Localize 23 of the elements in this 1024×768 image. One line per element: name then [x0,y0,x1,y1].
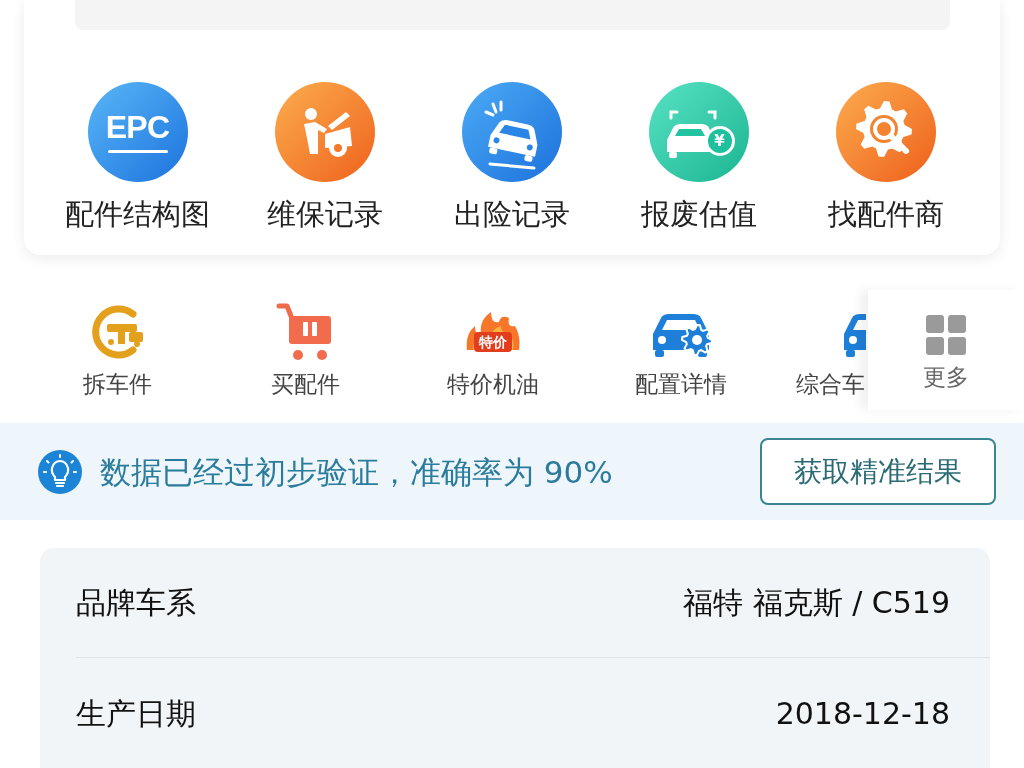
shortcut-button[interactable]: 配置详情 [587,290,775,410]
mechanic-car-icon [274,82,375,182]
grid-icon [926,315,966,355]
feature-button[interactable]: 出险记录 [418,82,605,232]
epc-logo-icon: EPC [87,82,188,182]
field-label: 生产日期 [76,694,196,733]
car-coin-icon: ¥ [648,82,749,182]
shortcut-button[interactable]: 拆车件 [23,290,211,410]
feature-button[interactable]: 找配件商 [792,82,979,232]
field-value: 2018-12-18 [775,694,950,733]
feature-button[interactable]: EPC 配件结构图 [44,82,231,232]
feature-button[interactable]: ¥ 报废估值 [605,82,792,232]
shortcut-button[interactable]: 买配件 [211,290,399,410]
feature-button[interactable]: 维保记录 [231,82,418,232]
get-accurate-result-button[interactable]: 获取精准结果 [760,438,996,505]
shortcut-button[interactable]: 特价 特价机油 [399,290,587,410]
gear-magnifier-icon [835,82,936,182]
lightbulb-icon [38,449,82,494]
notice-text: 数据已经过初步验证，准确率为 90% [100,452,613,492]
field-label: 品牌车系 [76,584,196,622]
more-button[interactable]: 更多 [868,290,1024,410]
crashed-car-icon [461,82,562,182]
field-value: 福特 福克斯 / C519 [683,584,950,622]
